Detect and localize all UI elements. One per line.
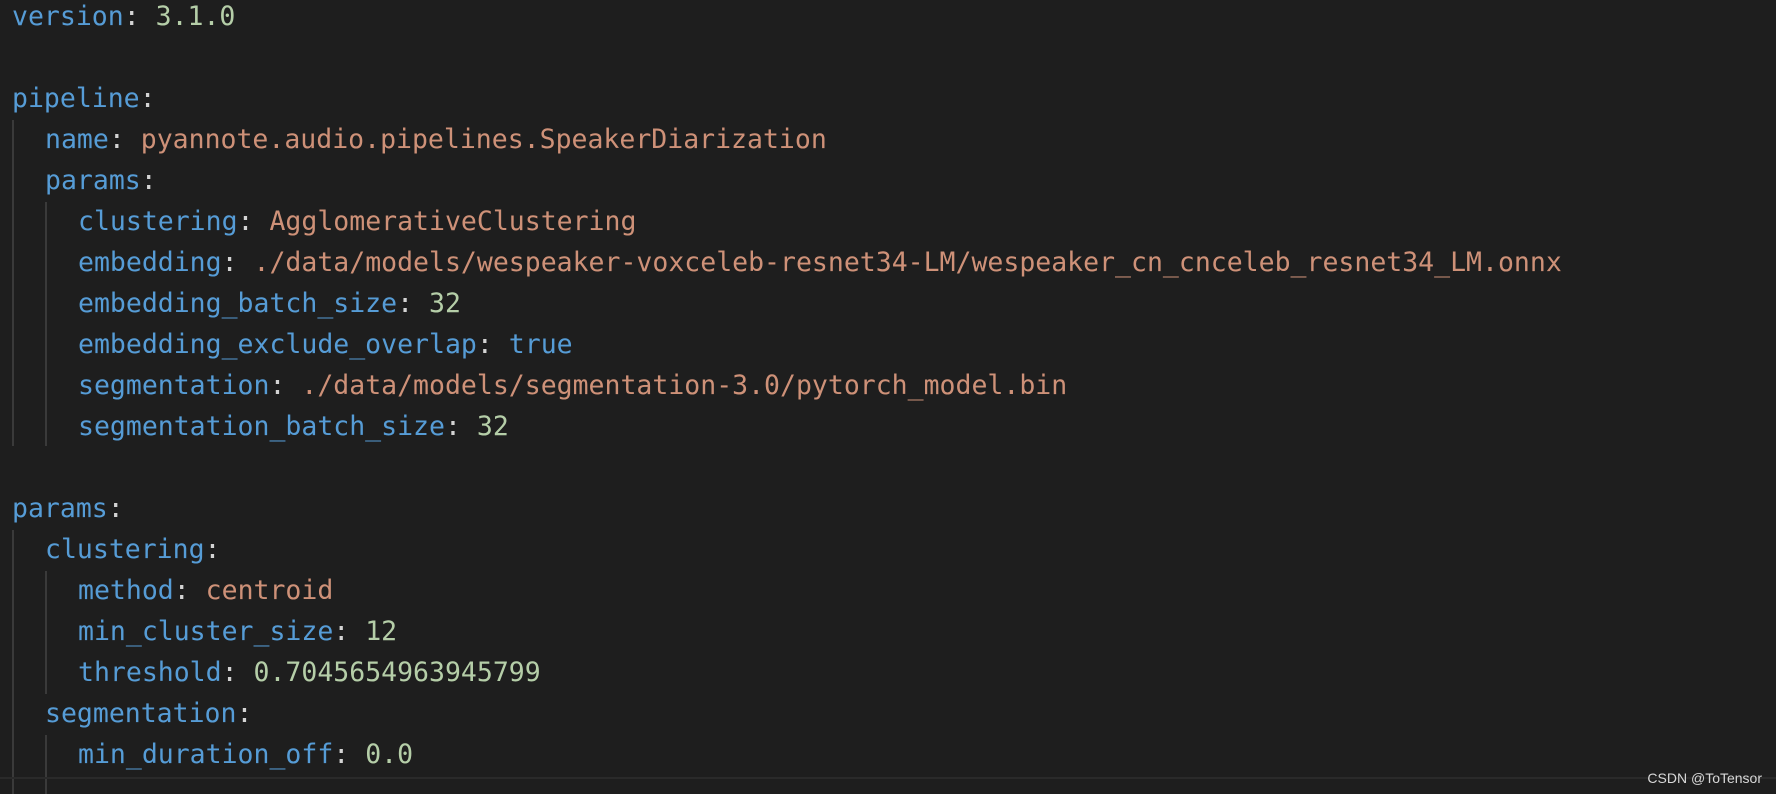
code-line-params-root[interactable]: params: [12, 488, 124, 529]
indent-guide [45, 202, 47, 446]
yaml-value: pyannote.audio.pipelines.SpeakerDiarizat… [140, 124, 827, 155]
code-line-params-segmentation[interactable]: segmentation: [45, 693, 252, 734]
code-line-embedding-batch-size[interactable]: embedding_batch_size: 32 [78, 283, 461, 324]
code-line-clustering[interactable]: clustering: AgglomerativeClustering [78, 201, 636, 242]
code-line-pipeline[interactable]: pipeline: [12, 78, 156, 119]
yaml-key: pipeline [12, 83, 140, 114]
yaml-key: params [45, 165, 141, 196]
current-line-highlight [0, 777, 1776, 779]
colon: : [204, 534, 221, 565]
yaml-key: params [12, 493, 108, 524]
yaml-value: true [508, 329, 573, 360]
yaml-value: 32 [429, 288, 461, 319]
indent-guide [45, 735, 47, 794]
yaml-value: centroid [205, 575, 334, 606]
code-line-min-duration-off[interactable]: min_duration_off: 0.0 [78, 734, 413, 775]
yaml-key: threshold [78, 657, 222, 688]
yaml-key: min_cluster_size [78, 616, 334, 647]
yaml-key: embedding_batch_size [78, 288, 398, 319]
code-line-min-cluster-size[interactable]: min_cluster_size: 12 [78, 611, 397, 652]
code-line-segmentation-batch-size[interactable]: segmentation_batch_size: 32 [78, 406, 509, 447]
code-line-params[interactable]: params: [45, 160, 157, 201]
yaml-value: 12 [365, 616, 398, 647]
yaml-key: embedding_exclude_overlap [78, 329, 477, 360]
yaml-value: 32 [476, 411, 509, 442]
code-line-threshold[interactable]: threshold: 0.7045654963945799 [78, 652, 541, 693]
code-editor[interactable]: version: 3.1.0 pipeline: name: pyannote.… [0, 0, 1776, 794]
code-line-embedding[interactable]: embedding: ./data/models/wespeaker-voxce… [78, 242, 1562, 283]
indent-guide [12, 120, 14, 446]
colon: : [139, 83, 156, 114]
yaml-key: clustering [45, 534, 205, 565]
watermark: CSDN @ToTensor [1647, 770, 1762, 786]
yaml-value: 0.7045654963945799 [253, 657, 541, 688]
yaml-value: 3.1.0 [155, 1, 236, 32]
colon: : [108, 124, 141, 155]
indent-guide [12, 530, 14, 794]
yaml-value: 0.0 [365, 739, 414, 770]
yaml-key: segmentation [45, 698, 237, 729]
colon: : [107, 493, 124, 524]
indent-guide [45, 571, 47, 694]
yaml-key: clustering [78, 206, 238, 237]
colon: : [397, 288, 430, 319]
colon: : [221, 247, 254, 278]
yaml-key: method [78, 575, 174, 606]
colon: : [236, 698, 253, 729]
colon: : [333, 739, 366, 770]
colon: : [333, 616, 366, 647]
yaml-value: ./data/models/wespeaker-voxceleb-resnet3… [253, 247, 1562, 278]
code-line-version[interactable]: version: 3.1.0 [12, 0, 235, 37]
yaml-key: name [45, 124, 109, 155]
code-line-name[interactable]: name: pyannote.audio.pipelines.SpeakerDi… [45, 119, 827, 160]
code-line-segmentation[interactable]: segmentation: ./data/models/segmentation… [78, 365, 1067, 406]
yaml-key: segmentation_batch_size [78, 411, 445, 442]
yaml-key: min_duration_off [78, 739, 334, 770]
yaml-key: version [12, 1, 124, 32]
colon: : [123, 1, 156, 32]
colon: : [476, 329, 509, 360]
colon: : [237, 206, 270, 237]
yaml-value: ./data/models/segmentation-3.0/pytorch_m… [301, 370, 1068, 401]
code-line-embedding-exclude-overlap[interactable]: embedding_exclude_overlap: true [78, 324, 573, 365]
colon: : [173, 575, 206, 606]
colon: : [221, 657, 254, 688]
colon: : [444, 411, 477, 442]
yaml-key: embedding [78, 247, 222, 278]
yaml-key: segmentation [78, 370, 270, 401]
yaml-value: AgglomerativeClustering [269, 206, 637, 237]
code-line-method[interactable]: method: centroid [78, 570, 333, 611]
colon: : [140, 165, 157, 196]
code-line-params-clustering[interactable]: clustering: [45, 529, 221, 570]
colon: : [269, 370, 302, 401]
